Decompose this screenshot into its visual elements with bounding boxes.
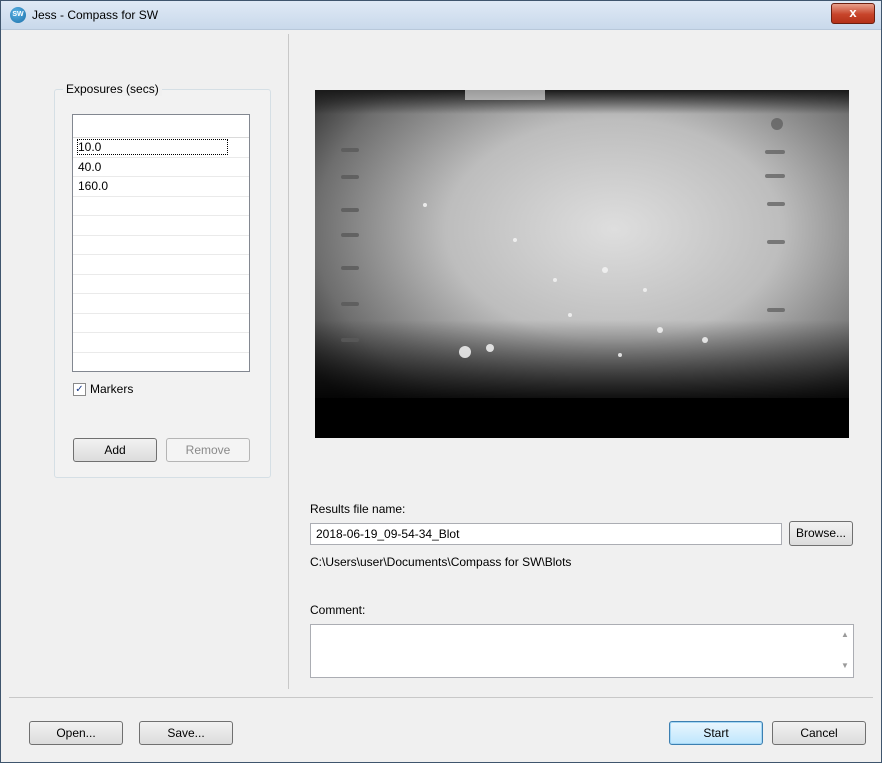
- open-button[interactable]: Open...: [29, 721, 123, 745]
- markers-checkbox[interactable]: ✓: [73, 382, 86, 396]
- comment-label: Comment:: [310, 603, 366, 617]
- save-button[interactable]: Save...: [139, 721, 233, 745]
- list-item-empty[interactable]: [73, 236, 249, 255]
- exposures-list[interactable]: 10.0 40.0 160.0: [72, 114, 250, 372]
- list-item[interactable]: 10.0: [73, 138, 249, 158]
- list-item-empty[interactable]: [73, 333, 249, 353]
- list-item-empty[interactable]: [73, 255, 249, 275]
- start-button[interactable]: Start: [669, 721, 763, 745]
- list-item-label: 160.0: [78, 179, 109, 193]
- app-logo-icon: SW: [10, 7, 26, 23]
- close-button[interactable]: x: [831, 3, 875, 24]
- list-item-empty[interactable]: [73, 275, 249, 294]
- list-item[interactable]: 160.0: [73, 177, 249, 197]
- markers-checkbox-row[interactable]: ✓ Markers: [73, 382, 133, 396]
- list-header-row: [73, 115, 249, 138]
- list-item-label: 10.0: [76, 139, 229, 155]
- list-item-empty[interactable]: [73, 197, 249, 216]
- list-item-label: 40.0: [78, 159, 102, 174]
- list-item-empty[interactable]: [73, 353, 249, 372]
- list-item-empty[interactable]: [73, 216, 249, 236]
- cancel-button[interactable]: Cancel: [772, 721, 866, 745]
- add-button[interactable]: Add: [73, 438, 157, 462]
- remove-button[interactable]: Remove: [166, 438, 250, 462]
- browse-button[interactable]: Browse...: [789, 521, 853, 546]
- results-file-name-label: Results file name:: [310, 502, 406, 516]
- results-path: C:\Users\user\Documents\Compass for SW\B…: [310, 555, 572, 569]
- comment-textarea[interactable]: [310, 624, 854, 678]
- list-item[interactable]: 40.0: [73, 158, 249, 177]
- dialog-body: Exposures (secs) 10.0 40.0 160.0 ✓ Marke…: [9, 30, 873, 754]
- app-window: SW Jess - Compass for SW x Exposures (se…: [0, 0, 882, 763]
- markers-label: Markers: [90, 382, 134, 396]
- results-file-name-input[interactable]: 2018-06-19_09-54-34_Blot: [310, 523, 782, 545]
- scroll-up-arrow-icon[interactable]: ▲: [841, 630, 870, 639]
- window-title: Jess - Compass for SW: [32, 8, 159, 22]
- title-bar[interactable]: SW Jess - Compass for SW x: [1, 1, 881, 30]
- exposures-group-label: Exposures (secs): [63, 82, 162, 96]
- list-item-empty[interactable]: [73, 314, 249, 333]
- scroll-down-arrow-icon[interactable]: ▼: [841, 661, 870, 670]
- footer-divider: [9, 697, 873, 698]
- panel-divider: [288, 34, 289, 689]
- blot-preview-image: [315, 90, 849, 438]
- blot-image: [315, 90, 849, 438]
- list-item-empty[interactable]: [73, 294, 249, 314]
